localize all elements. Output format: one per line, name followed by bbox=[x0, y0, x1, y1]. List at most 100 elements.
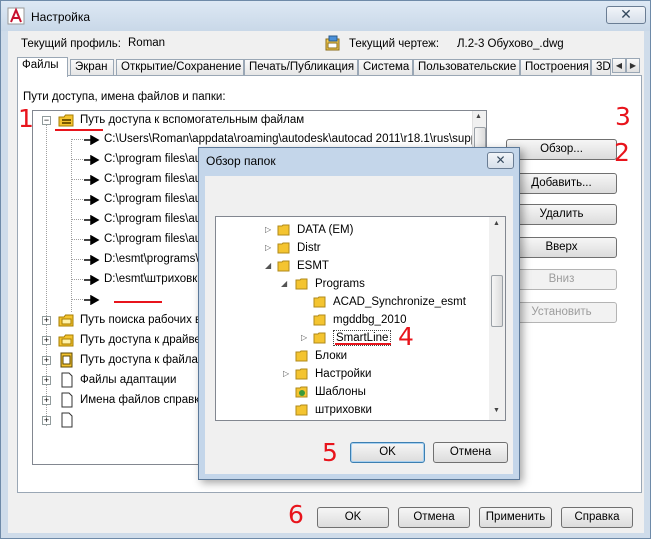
folder-tree[interactable]: ▷ DATA (EM) ▷ Distr ◢ ESMT ◢ Programs AC… bbox=[215, 216, 506, 421]
expand-icon[interactable]: + bbox=[42, 416, 51, 425]
document-icon bbox=[61, 372, 73, 388]
help-button[interactable]: Справка bbox=[561, 507, 633, 528]
folder-open-icon bbox=[295, 278, 308, 290]
tab-scroll-right-button[interactable]: ▶ bbox=[626, 58, 640, 73]
expand-icon[interactable]: + bbox=[42, 336, 51, 345]
path-arrow-icon bbox=[84, 295, 100, 305]
tab-drafting[interactable]: Построения bbox=[520, 59, 591, 76]
tab-3d[interactable]: 3D bbox=[591, 59, 611, 76]
template-folder-icon bbox=[295, 386, 308, 398]
expand-icon[interactable]: + bbox=[42, 376, 51, 385]
tree-path-label: D:\esmt\штриховки bbox=[104, 273, 204, 285]
paths-label: Пути доступа, имена файлов и папки: bbox=[23, 91, 226, 103]
menu-file-icon bbox=[60, 352, 73, 368]
browse-ok-button[interactable]: OK bbox=[350, 442, 425, 463]
folder-label: ACAD_Synchronize_esmt bbox=[333, 296, 466, 308]
ok-button[interactable]: OK bbox=[317, 507, 389, 528]
document-icon bbox=[61, 392, 73, 408]
folder-label: mgddbg_2010 bbox=[333, 314, 407, 326]
folder-icon bbox=[58, 314, 74, 327]
set-current-button[interactable]: Установить bbox=[506, 302, 617, 323]
folder-icon bbox=[277, 224, 290, 236]
expand-triangle-icon[interactable]: ▷ bbox=[265, 244, 273, 252]
path-arrow-icon bbox=[84, 215, 100, 225]
path-arrow-icon bbox=[84, 195, 100, 205]
expand-icon[interactable]: + bbox=[42, 396, 51, 405]
folder-tree-scrollbar[interactable]: ▲ ▼ bbox=[489, 217, 505, 420]
title-bar[interactable]: Настройка ✕ bbox=[1, 1, 650, 31]
autocad-app-icon bbox=[7, 7, 25, 25]
tree-item-label: Файлы адаптации bbox=[80, 374, 177, 386]
folder-icon bbox=[313, 314, 326, 326]
path-arrow-icon bbox=[84, 255, 100, 265]
annotation-5: 5 bbox=[322, 438, 338, 467]
move-down-button[interactable]: Вниз bbox=[506, 269, 617, 290]
browse-folder-dialog: Обзор папок ✕ ▷ DATA (EM) ▷ Distr ◢ ESMT… bbox=[198, 147, 520, 480]
tab-open-save[interactable]: Открытие/Сохранение bbox=[116, 59, 244, 76]
folder-label: штриховки bbox=[315, 404, 372, 416]
folder-label: Шаблоны bbox=[315, 386, 366, 398]
scroll-up-icon[interactable]: ▲ bbox=[475, 113, 482, 120]
remove-button[interactable]: Удалить bbox=[506, 204, 617, 225]
window-title: Настройка bbox=[31, 10, 91, 24]
folder-open-icon bbox=[277, 260, 290, 272]
scroll-up-icon[interactable]: ▲ bbox=[493, 220, 500, 227]
tree-guide-line bbox=[71, 139, 72, 312]
document-icon bbox=[61, 412, 73, 428]
expand-triangle-icon[interactable]: ▷ bbox=[283, 370, 291, 378]
path-arrow-icon bbox=[84, 155, 100, 165]
browse-dialog-close-button[interactable]: ✕ bbox=[487, 152, 514, 169]
tab-scroll-left-button[interactable]: ◀ bbox=[612, 58, 626, 73]
scroll-down-icon[interactable]: ▼ bbox=[493, 407, 500, 414]
expand-triangle-icon[interactable]: ▷ bbox=[301, 334, 309, 342]
browse-cancel-button[interactable]: Отмена bbox=[433, 442, 508, 463]
annotation-2: 2 bbox=[614, 138, 630, 167]
collapse-icon[interactable]: − bbox=[42, 116, 51, 125]
annotation-4: 4 bbox=[398, 322, 414, 351]
expand-icon[interactable]: + bbox=[42, 316, 51, 325]
tab-files[interactable]: Файлы bbox=[17, 57, 68, 77]
expand-icon[interactable]: + bbox=[42, 356, 51, 365]
cancel-button[interactable]: Отмена bbox=[398, 507, 470, 528]
folder-label: Distr bbox=[297, 242, 321, 254]
folder-icon bbox=[58, 334, 74, 347]
browse-dialog-title: Обзор папок bbox=[206, 154, 276, 168]
browse-dialog-client: ▷ DATA (EM) ▷ Distr ◢ ESMT ◢ Programs AC… bbox=[205, 176, 513, 474]
current-profile-label: Текущий профиль: bbox=[21, 38, 121, 50]
tree-item-support-path[interactable]: − Путь доступа к вспомогательным файлам bbox=[33, 111, 463, 130]
annotation-underline bbox=[114, 301, 162, 303]
path-arrow-icon bbox=[84, 135, 100, 145]
folder-icon bbox=[295, 368, 308, 380]
folder-label: Блоки bbox=[315, 350, 348, 362]
current-drawing-label: Текущий чертеж: bbox=[349, 38, 440, 50]
move-up-button[interactable]: Вверх bbox=[506, 237, 617, 258]
folder-icon bbox=[277, 242, 290, 254]
folder-icon bbox=[295, 350, 308, 362]
annotation-1: 1 bbox=[18, 104, 34, 133]
current-profile-value: Roman bbox=[128, 37, 166, 49]
scroll-thumb[interactable] bbox=[491, 275, 503, 327]
current-drawing-value: Л.2-3 Обухово_.dwg bbox=[457, 38, 564, 50]
annotation-3: 3 bbox=[615, 102, 631, 131]
apply-button[interactable]: Применить bbox=[479, 507, 552, 528]
path-arrow-icon bbox=[84, 175, 100, 185]
path-arrow-icon bbox=[84, 235, 100, 245]
tree-item-label: Путь доступа к вспомогательным файлам bbox=[80, 114, 305, 126]
tab-plot-publish[interactable]: Печать/Публикация bbox=[244, 59, 358, 76]
folder-icon bbox=[313, 332, 326, 344]
tab-display[interactable]: Экран bbox=[70, 59, 114, 76]
collapse-triangle-icon[interactable]: ◢ bbox=[265, 262, 273, 270]
path-arrow-icon bbox=[84, 275, 100, 285]
add-button[interactable]: Добавить... bbox=[506, 173, 617, 194]
tab-system[interactable]: Система bbox=[358, 59, 413, 76]
folder-label: Настройки bbox=[315, 368, 372, 380]
folder-label: ESMT bbox=[297, 260, 329, 272]
drawing-file-icon bbox=[325, 35, 340, 51]
expand-triangle-icon[interactable]: ▷ bbox=[265, 226, 273, 234]
annotation-underline bbox=[335, 343, 391, 345]
window-close-button[interactable]: ✕ bbox=[606, 6, 646, 24]
browse-button[interactable]: Обзор... bbox=[506, 139, 617, 160]
collapse-triangle-icon[interactable]: ◢ bbox=[281, 280, 289, 288]
folder-label: Programs bbox=[315, 278, 365, 290]
tab-user-preferences[interactable]: Пользовательские bbox=[413, 59, 520, 76]
